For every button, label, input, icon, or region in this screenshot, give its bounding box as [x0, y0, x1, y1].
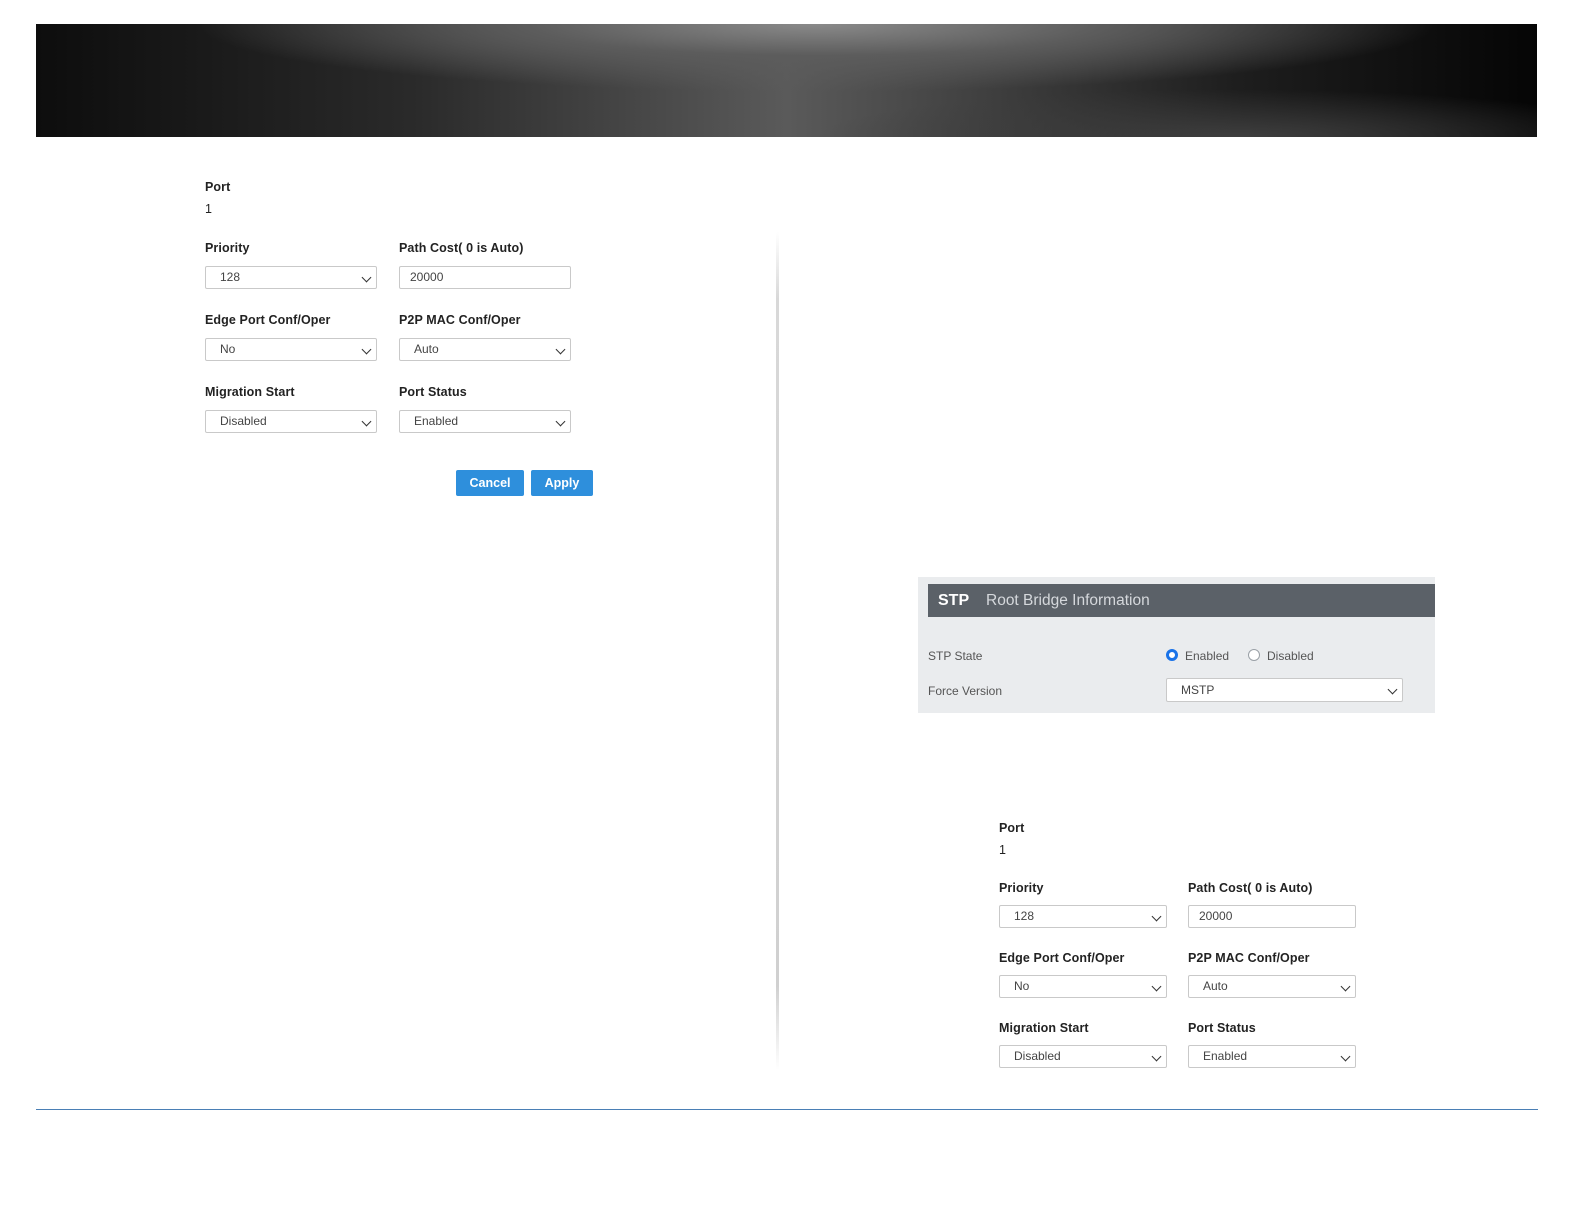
migration-start-select[interactable]: Disabled [205, 410, 377, 433]
chevron-down-icon [1151, 981, 1162, 992]
stp-panel-header: STP Root Bridge Information [928, 584, 1435, 617]
force-version-label: Force Version [928, 684, 1003, 698]
chevron-down-icon [361, 272, 372, 283]
header-banner [36, 24, 1537, 137]
priority-select[interactable]: 128 [999, 905, 1167, 928]
priority-label: Priority [999, 881, 1044, 895]
path-cost-input-value: 20000 [1199, 909, 1233, 923]
edge-port-select-value: No [220, 342, 236, 356]
edge-port-select[interactable]: No [999, 975, 1167, 998]
chevron-down-icon [1151, 911, 1162, 922]
stp-panel-title: STP [938, 592, 970, 609]
migration-start-select[interactable]: Disabled [999, 1045, 1167, 1068]
chevron-down-icon [1340, 1051, 1351, 1062]
p2p-mac-select[interactable]: Auto [1188, 975, 1356, 998]
force-version-select-value: MSTP [1181, 683, 1215, 697]
port-status-select[interactable]: Enabled [1188, 1045, 1356, 1068]
port-status-label: Port Status [1188, 1021, 1256, 1035]
edge-port-label: Edge Port Conf/Oper [205, 313, 331, 327]
chevron-down-icon [1340, 981, 1351, 992]
port-status-label: Port Status [399, 385, 467, 399]
stp-disabled-radio[interactable] [1248, 649, 1260, 661]
stp-enabled-label: Enabled [1185, 649, 1230, 663]
force-version-select[interactable]: MSTP [1166, 678, 1403, 702]
chevron-down-icon [1151, 1051, 1162, 1062]
edge-port-select-value: No [1014, 979, 1030, 993]
port-label: Port [205, 180, 231, 194]
port-status-select-value: Enabled [414, 414, 459, 428]
migration-start-label: Migration Start [999, 1021, 1089, 1035]
chevron-down-icon [555, 416, 566, 427]
path-cost-input[interactable]: 20000 [399, 266, 571, 289]
p2p-mac-label: P2P MAC Conf/Oper [399, 313, 521, 327]
footer-rule [36, 1109, 1538, 1110]
path-cost-label: Path Cost( 0 is Auto) [399, 241, 524, 255]
priority-label: Priority [205, 241, 250, 255]
p2p-mac-label: P2P MAC Conf/Oper [1188, 951, 1310, 965]
path-cost-label: Path Cost( 0 is Auto) [1188, 881, 1313, 895]
chevron-down-icon [361, 344, 372, 355]
stp-disabled-label: Disabled [1267, 649, 1314, 663]
stp-state-label: STP State [928, 649, 983, 663]
cancel-button[interactable]: Cancel [456, 470, 524, 496]
apply-button[interactable]: Apply [531, 470, 593, 496]
stp-panel-subtitle: Root Bridge Information [986, 592, 1150, 609]
stp-panel: STP Root Bridge Information STP State En… [918, 577, 1435, 713]
port-value: 1 [205, 202, 212, 216]
migration-start-select-value: Disabled [1014, 1049, 1061, 1063]
stp-enabled-radio[interactable] [1166, 649, 1178, 661]
p2p-mac-select-value: Auto [1203, 979, 1228, 993]
migration-start-select-value: Disabled [220, 414, 267, 428]
edge-port-label: Edge Port Conf/Oper [999, 951, 1125, 965]
migration-start-label: Migration Start [205, 385, 295, 399]
port-status-select[interactable]: Enabled [399, 410, 571, 433]
chevron-down-icon [361, 416, 372, 427]
path-cost-input-value: 20000 [410, 270, 444, 284]
port-status-select-value: Enabled [1203, 1049, 1248, 1063]
port-value: 1 [999, 843, 1006, 857]
chevron-down-icon [555, 344, 566, 355]
chevron-down-icon [1387, 684, 1398, 695]
column-divider [776, 232, 779, 1070]
path-cost-input[interactable]: 20000 [1188, 905, 1356, 928]
priority-select-value: 128 [1014, 909, 1035, 923]
port-label: Port [999, 821, 1025, 835]
p2p-mac-select-value: Auto [414, 342, 439, 356]
priority-select[interactable]: 128 [205, 266, 377, 289]
p2p-mac-select[interactable]: Auto [399, 338, 571, 361]
priority-select-value: 128 [220, 270, 241, 284]
edge-port-select[interactable]: No [205, 338, 377, 361]
